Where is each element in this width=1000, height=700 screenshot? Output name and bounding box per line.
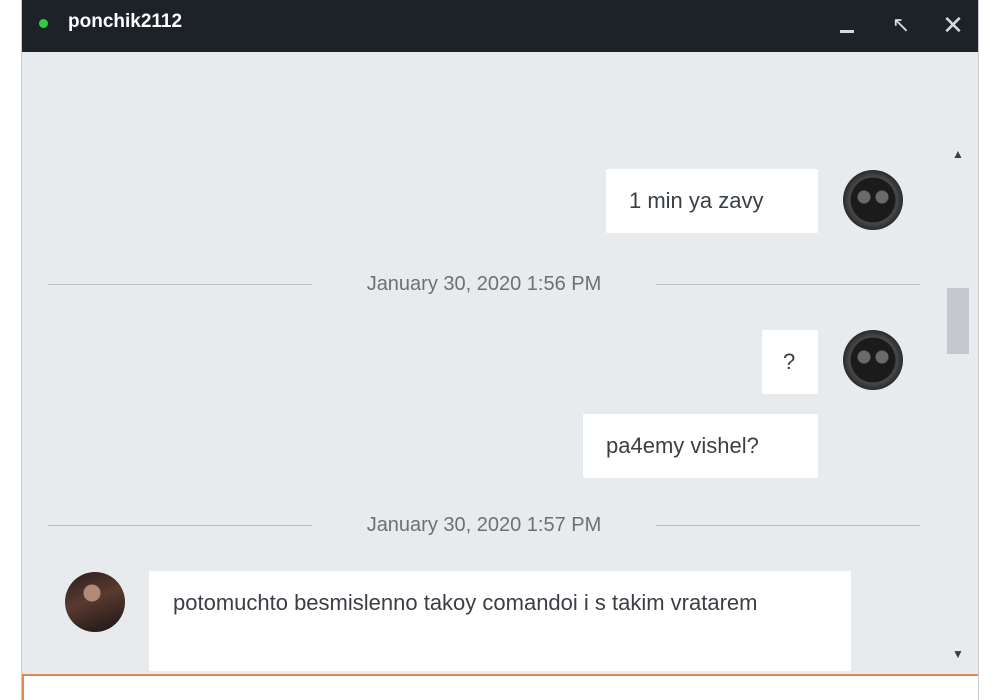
message-text: 1 min ya zavy (629, 188, 764, 213)
sunglasses-avatar[interactable] (843, 330, 903, 390)
scroll-down-icon[interactable]: ▼ (944, 640, 972, 668)
message-text: potomuchto besmislenno takoy comandoi i … (173, 590, 758, 615)
title-bar[interactable]: ponchik2112 ↖ ✕ (22, 0, 978, 52)
message-bubble: ? (762, 330, 818, 394)
message-text: ? (783, 349, 796, 374)
online-status-icon (39, 19, 48, 28)
scroll-up-icon[interactable]: ▲ (944, 140, 972, 168)
message-bubble: 1 min ya zavy (606, 169, 818, 233)
date-divider: January 30, 2020 1:56 PM (48, 274, 920, 294)
user-avatar[interactable] (65, 572, 125, 632)
message-scrollbar[interactable]: ▲ ▼ (944, 136, 972, 670)
expand-icon[interactable]: ↖ (884, 8, 918, 42)
date-divider: January 30, 2020 1:57 PM (48, 515, 920, 535)
date-divider-text: January 30, 2020 1:57 PM (366, 514, 602, 536)
close-icon[interactable]: ✕ (936, 8, 970, 42)
message-text: pa4emy vishel? (606, 433, 759, 458)
message-list: 1 min ya zavy January 30, 2020 1:56 PM ?… (22, 52, 978, 672)
chat-title: ponchik2112 (68, 11, 183, 32)
message-input[interactable] (22, 674, 978, 700)
minimize-button[interactable] (830, 8, 864, 42)
message-bubble: potomuchto besmislenno takoy comandoi i … (149, 571, 851, 671)
scroll-thumb[interactable] (947, 288, 969, 354)
date-divider-text: January 30, 2020 1:56 PM (366, 273, 602, 295)
chat-window: ponchik2112 ↖ ✕ 1 min ya zavy January 30… (21, 0, 979, 700)
sunglasses-avatar[interactable] (843, 170, 903, 230)
message-bubble: pa4emy vishel? (583, 414, 818, 478)
minimize-icon (840, 30, 854, 33)
